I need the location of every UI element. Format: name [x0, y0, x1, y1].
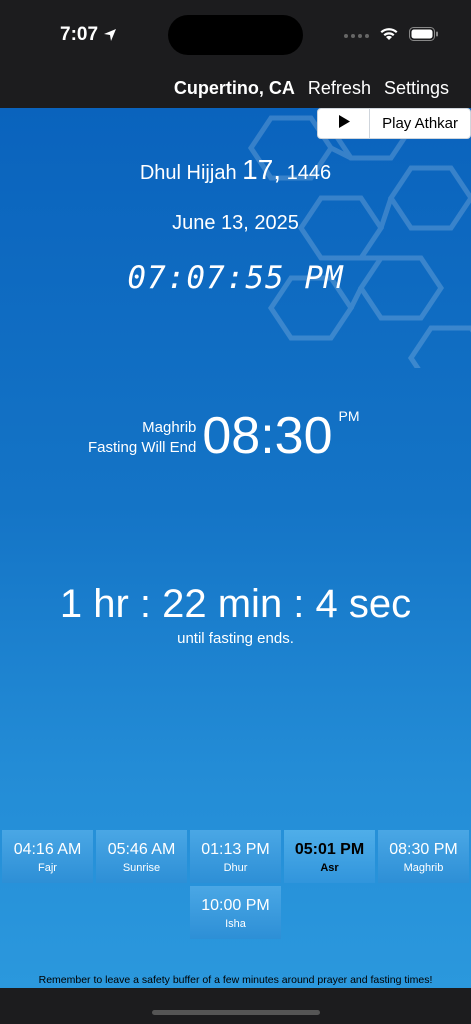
prayer-cell-isha[interactable]: 10:00 PM Isha [190, 886, 281, 939]
settings-button[interactable]: Settings [384, 78, 449, 99]
location-arrow-icon [103, 28, 117, 42]
home-indicator[interactable] [152, 1010, 320, 1015]
next-prayer-time: 08:30 [202, 407, 333, 465]
location-button[interactable]: Cupertino, CA [174, 78, 295, 99]
hijri-year: 1446 [286, 162, 332, 184]
prayer-name: Dhur [223, 862, 248, 874]
prayer-time: 05:46 AM [107, 841, 176, 858]
prayer-time: 04:16 AM [13, 841, 82, 858]
hijri-day: 17, [242, 154, 282, 185]
countdown-subtitle: until fasting ends. [177, 630, 294, 647]
prayer-cell-fajr[interactable]: 04:16 AM Fajr [2, 830, 93, 883]
nav-bar: Cupertino, CA Refresh Settings [0, 68, 471, 108]
next-prayer-labels: Maghrib Fasting Will End [88, 418, 196, 458]
prayer-time: 10:00 PM [201, 897, 270, 914]
prayer-name: Asr [320, 862, 339, 874]
prayer-row: 04:16 AM Fajr 05:46 AM Sunrise 01:13 PM … [0, 830, 471, 883]
athkar-controls: Play Athkar [317, 108, 471, 139]
digital-clock: 07:07:55 PM [127, 260, 344, 296]
hijri-month: Dhul Hijjah [139, 162, 237, 184]
islamic-pattern-decoration [247, 108, 471, 368]
prayer-name: Maghrib [403, 862, 444, 874]
prayer-name: Fajr [38, 862, 57, 874]
prayer-time: 05:01 PM [294, 841, 365, 858]
status-time: 7:07 [60, 24, 99, 45]
status-bar: 7:07 [0, 0, 471, 68]
wifi-icon [379, 26, 399, 46]
home-indicator-area [0, 988, 471, 1024]
prayer-row: 10:00 PM Isha [0, 886, 471, 939]
dynamic-island [168, 15, 303, 55]
prayer-name: Sunrise [122, 862, 161, 874]
status-time-group: 7:07 [60, 24, 117, 46]
safety-disclaimer: Remember to leave a safety buffer of a f… [38, 974, 433, 986]
prayer-cell-asr[interactable]: 05:01 PM Asr [284, 830, 375, 883]
play-athkar-button[interactable]: Play Athkar [370, 108, 471, 139]
status-icons [344, 26, 439, 46]
next-prayer-subtitle: Fasting Will End [88, 439, 197, 456]
refresh-button[interactable]: Refresh [308, 78, 371, 99]
prayer-time: 08:30 PM [389, 841, 458, 858]
next-prayer: Maghrib Fasting Will End 08:30 PM [88, 406, 360, 466]
prayer-cell-maghrib[interactable]: 08:30 PM Maghrib [378, 830, 469, 883]
prayer-cell-sunrise[interactable]: 05:46 AM Sunrise [96, 830, 187, 883]
next-prayer-ampm: PM [338, 408, 360, 424]
prayer-name: Isha [225, 918, 246, 930]
signal-icon [344, 34, 369, 38]
play-icon [338, 114, 350, 133]
prayer-time: 01:13 PM [201, 841, 270, 858]
next-prayer-name: Maghrib [142, 419, 197, 436]
athkar-play-button[interactable] [317, 108, 371, 139]
countdown: 1 hr : 22 min : 4 sec [59, 582, 412, 626]
main-panel: Play Athkar Dhul Hijjah 17, 1446 June 13… [0, 108, 471, 988]
prayer-times-grid: 04:16 AM Fajr 05:46 AM Sunrise 01:13 PM … [0, 830, 471, 942]
hijri-date: Dhul Hijjah 17, 1446 [0, 154, 471, 186]
gregorian-date: June 13, 2025 [172, 212, 299, 234]
battery-icon [409, 26, 439, 46]
prayer-cell-dhur[interactable]: 01:13 PM Dhur [190, 830, 281, 883]
